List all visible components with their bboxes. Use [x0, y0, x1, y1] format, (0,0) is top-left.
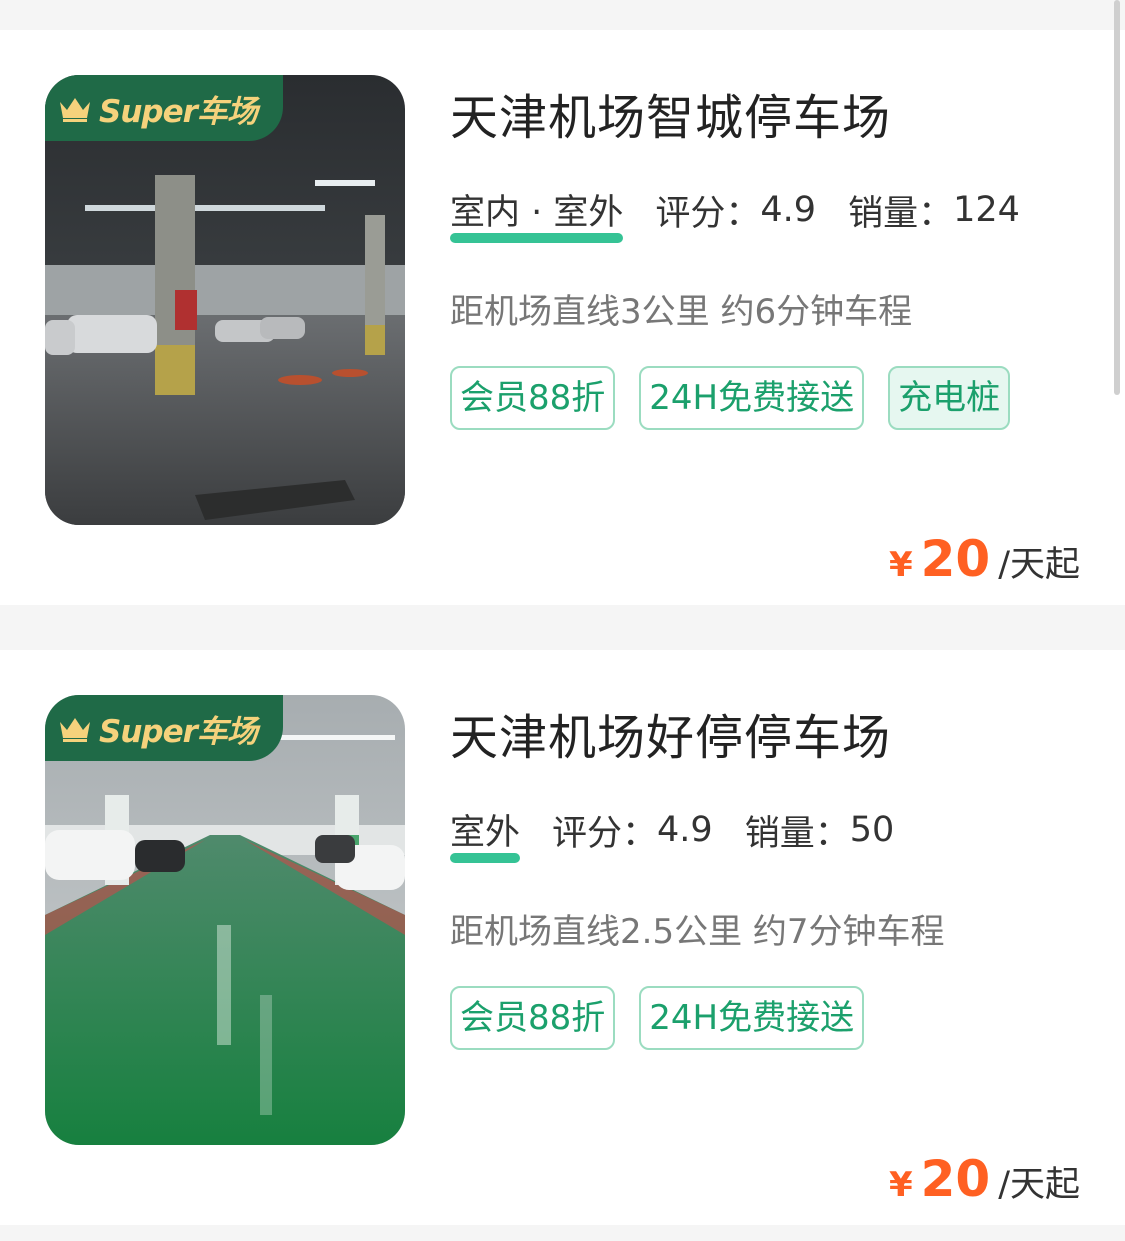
parking-name[interactable]: 天津机场好停停车场: [450, 698, 891, 768]
sales-value: 124: [953, 190, 1020, 230]
price: ¥ 20 /天起: [889, 1150, 1080, 1208]
crown-icon: [60, 98, 90, 122]
super-parking-badge: Super车场: [45, 695, 283, 761]
scrollbar[interactable]: [1114, 0, 1120, 395]
tag-charging-station: 充电桩: [888, 366, 1011, 430]
price-amount: 20: [920, 530, 991, 588]
environment-label: 室外: [450, 804, 521, 863]
super-parking-badge: Super车场: [45, 75, 283, 141]
price-unit: /天起: [998, 1165, 1080, 1205]
environment-underline: [450, 232, 624, 243]
rating-value: 4.9: [657, 810, 713, 850]
environment-label: 室内 · 室外: [450, 184, 624, 243]
tag-free-shuttle: 24H免费接送: [639, 366, 865, 430]
rating-label: 评分：: [655, 193, 761, 234]
parking-photo[interactable]: Super车场: [45, 695, 405, 1145]
tag-member-discount: 会员88折: [450, 366, 616, 430]
feature-tags: 会员88折 24H免费接送 充电桩: [450, 366, 1090, 454]
price-currency: ¥: [888, 545, 913, 585]
price: ¥ 20 /天起: [889, 530, 1080, 588]
sales-label: 销量：: [848, 193, 954, 234]
parking-photo-image: [45, 695, 405, 1145]
price-currency: ¥: [888, 1165, 913, 1205]
tag-free-shuttle: 24H免费接送: [639, 986, 865, 1050]
price-unit: /天起: [998, 545, 1080, 585]
tag-member-discount: 会员88折: [450, 986, 616, 1050]
rating-value: 4.9: [760, 190, 817, 230]
parking-meta: 室外 评分： 4.9 销量： 50: [450, 804, 895, 863]
distance-info: 距机场直线3公里 约6分钟车程: [450, 292, 913, 332]
sales-label: 销量：: [744, 813, 850, 854]
crown-icon: [60, 718, 90, 742]
parking-name[interactable]: 天津机场智城停车场: [450, 78, 891, 148]
sales-value: 50: [849, 810, 895, 850]
price-amount: 20: [920, 1150, 991, 1208]
parking-meta: 室内 · 室外 评分： 4.9 销量： 124: [450, 184, 1020, 243]
badge-label: Super车场: [99, 93, 258, 130]
parking-card[interactable]: Super车场 天津机场智城停车场 室内 · 室外 评分： 4.9 销量： 12…: [0, 30, 1125, 605]
rating-label: 评分：: [552, 813, 658, 854]
parking-photo-image: [45, 75, 405, 525]
environment-underline: [450, 852, 521, 863]
badge-label: Super车场: [99, 713, 258, 750]
feature-tags: 会员88折 24H免费接送: [450, 986, 1090, 1074]
parking-card[interactable]: Super车场 天津机场好停停车场 室外 评分： 4.9 销量： 50 距机场直…: [0, 650, 1125, 1225]
parking-photo[interactable]: Super车场: [45, 75, 405, 525]
distance-info: 距机场直线2.5公里 约7分钟车程: [450, 912, 945, 952]
